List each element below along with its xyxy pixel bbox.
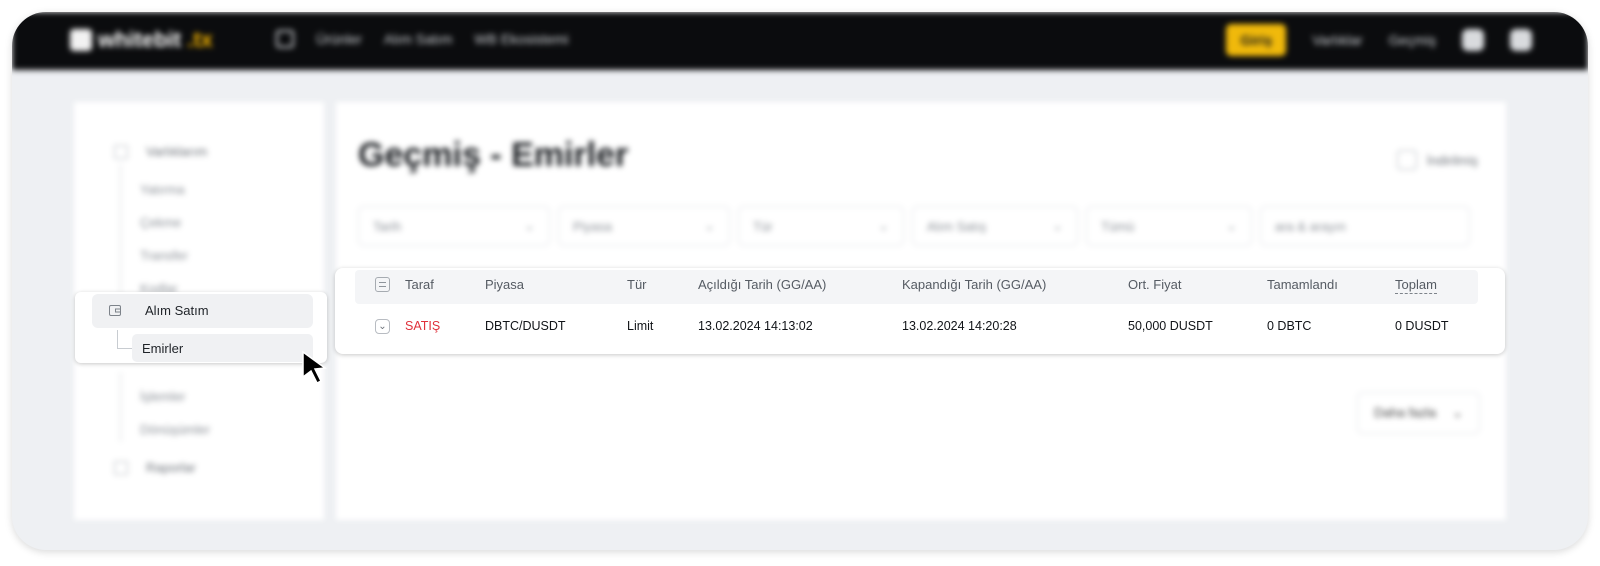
filter-label: Tümü (1101, 218, 1135, 234)
filter-side[interactable]: Alım Satış ⌄ (912, 206, 1078, 246)
sidebar-item-withdraw[interactable]: Çekme (140, 215, 181, 230)
wallet-icon (109, 305, 121, 316)
filter-type[interactable]: Tür ⌄ (738, 206, 904, 246)
cell-filled: 0 DBTC (1267, 319, 1312, 333)
cell-side: SATIŞ (405, 319, 441, 333)
load-more-button[interactable]: Daha fazla ⌄ (1356, 392, 1480, 434)
logo-text: whitebit (98, 27, 182, 52)
col-opened: Açıldığı Tarih (GG/AA) (698, 277, 827, 292)
top-right-actions: Giriş Varlıklar Geçmiş (1226, 24, 1532, 56)
col-market: Piyasa (485, 277, 525, 292)
page-title: Geçmiş - Emirler (358, 136, 629, 174)
cell-opened: 13.02.2024 14:13:02 (698, 319, 813, 333)
search-input[interactable]: ara & arayın (1260, 206, 1470, 246)
cell-total: 0 DUSDT (1395, 319, 1449, 333)
col-total[interactable]: Toplam (1395, 277, 1437, 294)
chevron-down-icon: ⌄ (704, 218, 715, 233)
mouse-cursor-icon (302, 350, 328, 384)
load-more-label: Daha fazla (1373, 405, 1437, 420)
columns-icon[interactable] (375, 277, 390, 292)
chevron-down-icon: ⌄ (878, 218, 889, 233)
sidebar-trade-card: Alım Satım Emirler (75, 292, 327, 363)
logo[interactable]: whitebit .tx (70, 27, 213, 53)
col-avg-price: Ort. Fiyat (1128, 277, 1182, 292)
apps-grid-icon[interactable] (276, 30, 294, 48)
sidebar-group-assets[interactable]: Varlıklarım (114, 144, 207, 159)
filter-bar: Tarih ⌄ Piyasa ⌄ Tür ⌄ Alım Satış ⌄ Tümü ⌄ ar… (358, 206, 1470, 246)
download-icon (1396, 150, 1417, 170)
sidebar-group-label: Raporlar (146, 460, 196, 475)
filter-market[interactable]: Piyasa ⌄ (558, 206, 730, 246)
sidebar-item-trades[interactable]: İşlemler (140, 389, 186, 404)
chevron-down-icon: ⌄ (1452, 405, 1463, 420)
settings-icon[interactable] (1510, 29, 1532, 51)
tree-line (120, 164, 121, 294)
cell-type: Limit (627, 319, 654, 333)
chevron-down-icon: ⌄ (1052, 218, 1063, 233)
profile-icon[interactable] (1462, 29, 1484, 51)
nav-trade[interactable]: Alım Satım (384, 31, 452, 47)
nav-assets[interactable]: Varlıklar (1312, 32, 1362, 48)
filter-label: Tür (753, 218, 773, 234)
filter-label: Tarih (373, 218, 402, 234)
cell-closed: 13.02.2024 14:20:28 (902, 319, 1017, 333)
sidebar-item-label: Alım Satım (145, 303, 209, 318)
sidebar-item-orders[interactable]: Emirler (132, 334, 313, 362)
logo-text-suffix: .tx (187, 27, 213, 52)
report-icon (114, 460, 128, 475)
logo-icon (70, 29, 92, 51)
nav-ecosystem[interactable]: WB Ekosistemi (474, 31, 568, 47)
login-button[interactable]: Giriş (1226, 24, 1287, 56)
chevron-down-icon: ⌄ (1226, 218, 1237, 233)
chevron-down-icon: ⌄ (524, 218, 535, 233)
col-type: Tür (627, 277, 647, 292)
col-closed: Kapandığı Tarih (GG/AA) (902, 277, 1047, 292)
sidebar-item-label: Emirler (142, 341, 184, 356)
col-filled: Tamamlandı (1267, 277, 1338, 292)
wallet-icon (114, 144, 128, 159)
sidebar-item-trade[interactable]: Alım Satım (92, 294, 313, 328)
filter-label: Alım Satış (927, 218, 987, 234)
nav-products[interactable]: Ürünler (316, 31, 362, 47)
sidebar-group-label: Varlıklarım (146, 144, 208, 159)
top-navbar: whitebit .tx Ürünler Alım Satım WB Ekosis… (12, 12, 1588, 70)
filter-status[interactable]: Tümü ⌄ (1086, 206, 1252, 246)
download-button[interactable]: İndirilmiş (1396, 150, 1478, 170)
sidebar-item-deposit[interactable]: Yatırma (140, 182, 185, 197)
cell-avg-price: 50,000 DUSDT (1128, 319, 1213, 333)
nav-history[interactable]: Geçmiş (1389, 32, 1436, 48)
sidebar-group-reports[interactable]: Raporlar (114, 460, 196, 475)
col-side: Taraf (405, 277, 434, 292)
orders-table: Taraf Piyasa Tür Açıldığı Tarih (GG/AA) … (335, 268, 1505, 354)
download-label: İndirilmiş (1426, 152, 1478, 168)
tree-line (120, 372, 121, 442)
sidebar-item-conversions[interactable]: Dönüşümler (140, 422, 210, 437)
cell-market: DBTC/DUSDT (485, 319, 566, 333)
sidebar-item-transfer[interactable]: Transfer (140, 248, 188, 263)
tree-branch (117, 330, 132, 349)
expand-row-button[interactable]: ⌄ (375, 319, 390, 334)
filter-date[interactable]: Tarih ⌄ (358, 206, 550, 246)
search-placeholder: ara & arayın (1275, 218, 1346, 234)
filter-label: Piyasa (573, 218, 613, 234)
top-nav: Ürünler Alım Satım WB Ekosistemi (276, 30, 569, 48)
